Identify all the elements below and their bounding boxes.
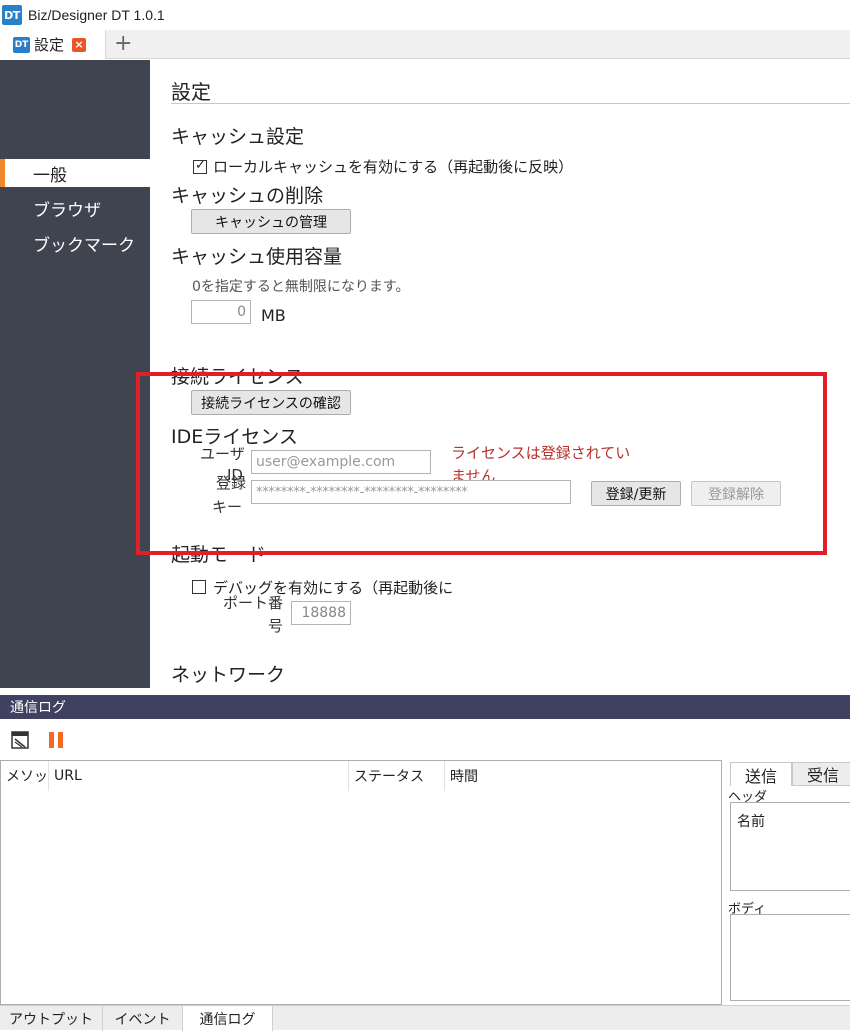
body-text-area[interactable] — [730, 914, 850, 1001]
cache-usage-hint: 0を指定すると無制限になります。 — [192, 279, 410, 295]
network-log-table[interactable]: メソッド URL ステータス 時間 — [0, 760, 722, 1005]
debug-port-label: ポート番 — [223, 594, 284, 612]
document-tab-strip: DT 設定 × + — [0, 30, 850, 59]
tab-settings[interactable]: DT 設定 × — [0, 30, 106, 59]
license-key-label-2: キー — [212, 498, 243, 516]
column-header-url[interactable]: URL — [49, 761, 349, 791]
plus-icon[interactable]: + — [114, 32, 132, 56]
column-header-status[interactable]: ステータス — [349, 761, 445, 791]
license-key-label: 登録 — [216, 474, 247, 492]
enable-local-cache-checkbox[interactable] — [193, 158, 207, 174]
column-header-time[interactable]: 時間 — [445, 761, 721, 791]
enable-debug-checkbox[interactable] — [192, 580, 206, 594]
connection-license-heading: 接続ライセンス — [171, 366, 304, 388]
cache-usage-heading: キャッシュ使用容量 — [171, 246, 343, 268]
cache-usage-input[interactable]: 0 — [191, 300, 251, 324]
sidebar-item-label: ブックマーク — [33, 235, 135, 256]
cache-usage-unit: MB — [261, 306, 286, 325]
enable-local-cache-label: ローカルキャッシュを有効にする（再起動後に反映） — [213, 158, 574, 176]
startup-mode-heading: 起動モード — [171, 544, 267, 566]
cache-delete-heading: キャッシュの削除 — [171, 185, 324, 207]
page-title: 設定 — [171, 80, 211, 104]
user-id-label: ユーザ — [200, 445, 245, 463]
bottom-panel-tabs: アウトプット イベント 通信ログ — [0, 1005, 850, 1031]
sidebar-item-browser[interactable]: ブラウザ — [0, 194, 150, 222]
header-table[interactable]: 名前 — [730, 802, 850, 891]
license-status-text: ライセンスは登録されてい — [451, 444, 631, 462]
tab-output[interactable]: アウトプット — [0, 1006, 103, 1031]
manage-cache-button[interactable]: キャッシュの管理 — [191, 209, 351, 234]
check-connection-license-button[interactable]: 接続ライセンスの確認 — [191, 390, 351, 415]
sidebar-item-label: ブラウザ — [33, 200, 101, 221]
network-heading: ネットワーク — [171, 664, 286, 686]
tab-receive[interactable]: 受信 — [792, 762, 850, 786]
debug-port-input[interactable]: 18888 — [291, 601, 351, 625]
tab-app-icon: DT — [13, 36, 30, 53]
user-id-input[interactable]: user@example.com — [251, 450, 431, 474]
unregister-button[interactable]: 登録解除 — [691, 481, 781, 506]
header-name-column: 名前 — [737, 814, 765, 830]
sidebar-item-general[interactable]: 一般 — [0, 159, 150, 187]
tab-send[interactable]: 送信 — [730, 762, 792, 786]
settings-sidebar: 一般 ブラウザ ブックマーク — [0, 60, 150, 688]
tab-settings-label: 設定 — [34, 36, 65, 54]
debug-port-label-2: 号 — [268, 617, 284, 635]
cache-settings-heading: キャッシュ設定 — [171, 126, 305, 148]
title-bar: DT Biz/Designer DT 1.0.1 — [0, 0, 850, 30]
request-detail-pane: 送信 受信 ヘッダ 名前 ボディ — [726, 760, 850, 1005]
window-title: Biz/Designer DT 1.0.1 — [28, 7, 165, 23]
sidebar-item-bookmarks[interactable]: ブックマーク — [0, 229, 150, 257]
register-update-button[interactable]: 登録/更新 — [591, 481, 681, 506]
tab-network-log[interactable]: 通信ログ — [183, 1006, 273, 1031]
license-key-input[interactable]: ********-********-********-******** — [251, 480, 571, 504]
title-divider — [171, 103, 850, 104]
network-log-panel-title: 通信ログ — [0, 695, 850, 719]
sidebar-item-label: 一般 — [33, 165, 67, 186]
app-logo-icon: DT — [2, 5, 22, 25]
network-log-toolbar — [0, 719, 850, 759]
close-icon[interactable]: × — [72, 37, 87, 52]
column-header-method[interactable]: メソッド — [1, 761, 49, 791]
clear-log-icon[interactable] — [10, 730, 30, 750]
table-header: メソッド URL ステータス 時間 — [1, 761, 721, 791]
pause-icon[interactable] — [46, 730, 66, 750]
tab-events[interactable]: イベント — [103, 1006, 183, 1031]
settings-content: 設定 キャッシュ設定 ローカルキャッシュを有効にする（再起動後に反映） キャッシ… — [150, 60, 850, 688]
